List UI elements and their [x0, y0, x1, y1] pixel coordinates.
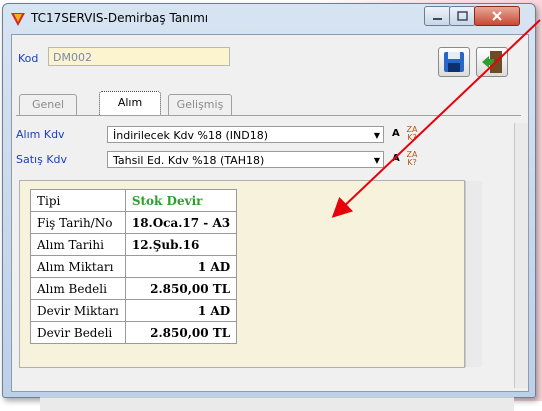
window: TC17SERVIS-Demirbaş Tanımı Kod DM002 Gen… — [2, 3, 536, 411]
satis-kdv-select[interactable]: Tahsil Ed. Kdv %18 (TAH18) ▼ — [107, 151, 384, 168]
alim-kdv-label: Alım Kdv — [16, 128, 65, 141]
close-button[interactable] — [474, 6, 520, 26]
row-label: Fiş Tarih/No — [30, 211, 126, 234]
row-label: Devir Miktarı — [30, 299, 126, 322]
maximize-icon — [457, 11, 468, 21]
row-value: 1 AD — [124, 255, 238, 278]
maximize-button[interactable] — [449, 6, 476, 26]
kod-label: Kod — [18, 52, 39, 65]
sort-za-icon[interactable]: ZA K? — [406, 151, 418, 167]
tab-alim[interactable]: Alım — [99, 91, 161, 116]
tab-genel[interactable]: Genel — [19, 94, 77, 115]
tab-gelismis[interactable]: Gelişmiş — [168, 94, 232, 115]
table-row: Devir Miktarı 1 AD — [30, 299, 238, 322]
exit-button[interactable] — [476, 47, 508, 77]
sort-za-icon[interactable]: ZA K? — [406, 126, 418, 142]
table-row: Alım Bedeli 2.850,00 TL — [30, 277, 238, 300]
app-logo-icon — [11, 13, 25, 26]
property-table: Tipi Stok Devir Fiş Tarih/No 18.Oca.17 -… — [30, 189, 238, 344]
row-value: 18.Oca.17 - A3 — [124, 211, 238, 234]
vertical-scrollbar[interactable] — [514, 123, 528, 388]
row-label: Alım Tarihi — [30, 233, 126, 256]
title-bar[interactable]: TC17SERVIS-Demirbaş Tanımı — [3, 4, 535, 34]
table-row: Alım Tarihi 12.Şub.16 — [30, 233, 238, 256]
horizontal-scrollbar[interactable] — [40, 397, 514, 411]
info-panel: Tipi Stok Devir Fiş Tarih/No 18.Oca.17 -… — [19, 180, 482, 368]
table-row: Devir Bedeli 2.850,00 TL — [30, 321, 238, 344]
table-row: Fiş Tarih/No 18.Oca.17 - A3 — [30, 211, 238, 234]
row-value: 12.Şub.16 — [124, 233, 238, 256]
table-row: Tipi Stok Devir — [30, 189, 238, 212]
minimize-icon — [433, 18, 442, 20]
row-value: 2.850,00 TL — [124, 277, 238, 300]
save-button[interactable] — [438, 47, 470, 77]
dropdown-arrow-icon: ▼ — [373, 131, 380, 140]
window-title: TC17SERVIS-Demirbaş Tanımı — [31, 11, 209, 25]
info-panel-scrollbar[interactable] — [465, 181, 482, 367]
table-row: Alım Miktarı 1 AD — [30, 255, 238, 278]
minimize-button[interactable] — [424, 6, 451, 26]
dropdown-arrow-icon: ▼ — [373, 156, 380, 165]
kod-field[interactable]: DM002 — [48, 47, 230, 66]
satis-kdv-label: Satış Kdv — [16, 153, 68, 166]
alphabet-a-icon[interactable]: A — [392, 153, 400, 164]
alphabet-a-icon[interactable]: A — [392, 128, 400, 139]
row-value: 2.850,00 TL — [124, 321, 238, 344]
satis-kdv-value: Tahsil Ed. Kdv %18 (TAH18) — [113, 154, 265, 167]
row-label: Alım Miktarı — [30, 255, 126, 278]
row-value: Stok Devir — [124, 189, 238, 212]
row-label: Devir Bedeli — [30, 321, 126, 344]
floppy-disk-icon — [444, 52, 464, 72]
sort-za-bottom: K? — [407, 133, 417, 142]
exit-door-icon — [482, 51, 502, 73]
alim-kdv-value: İndirilecek Kdv %18 (IND18) — [113, 129, 269, 142]
alim-kdv-select[interactable]: İndirilecek Kdv %18 (IND18) ▼ — [107, 126, 384, 143]
close-icon — [492, 11, 502, 21]
row-label: Tipi — [30, 189, 126, 212]
row-label: Alım Bedeli — [30, 277, 126, 300]
row-value: 1 AD — [124, 299, 238, 322]
sort-za-bottom: K? — [407, 158, 417, 167]
